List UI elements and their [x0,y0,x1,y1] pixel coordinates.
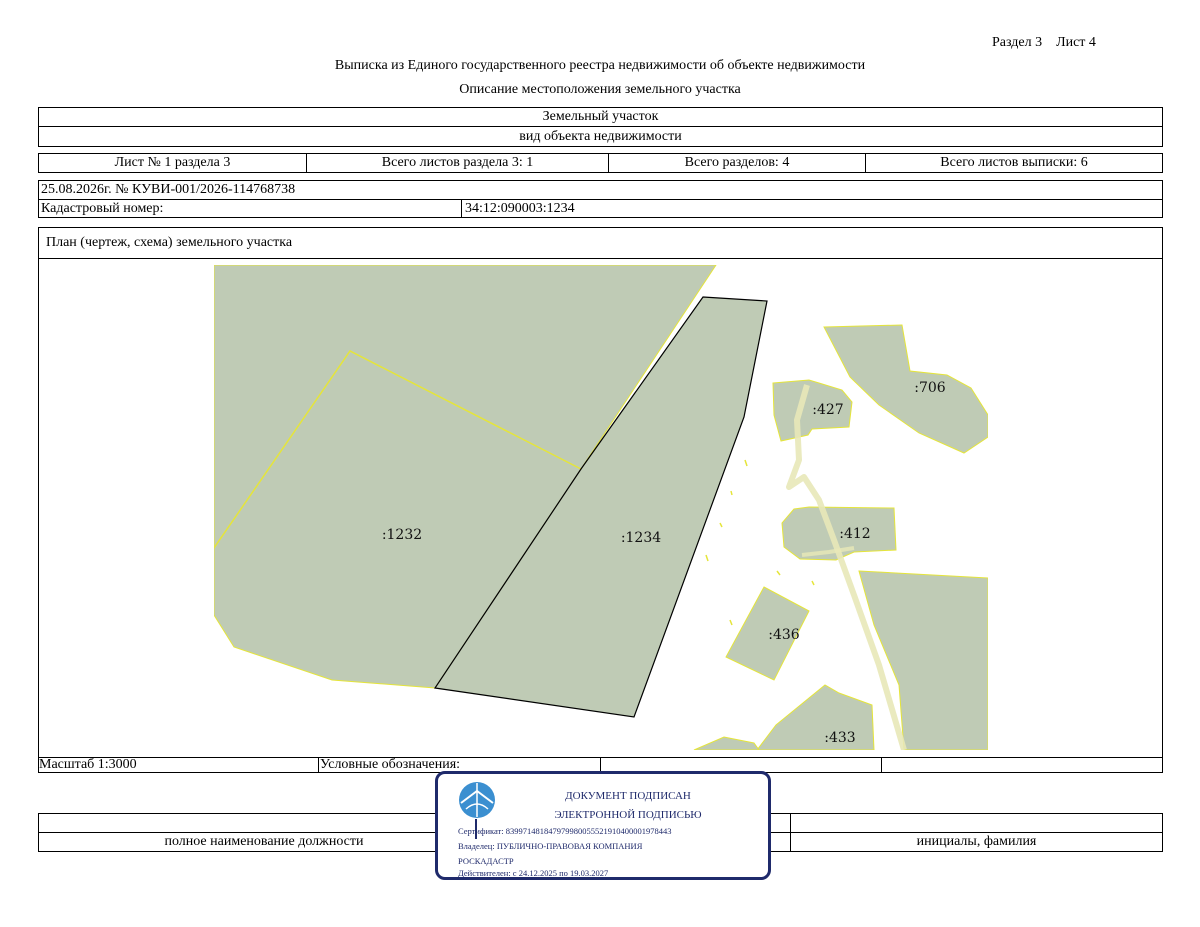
cadastral-number-value: 34:12:090003:1234 [465,200,575,216]
total-section-sheets: Всего листов раздела 3: 1 [381,155,534,170]
cadastral-map: :1232 :1234 :427 :706 :412 :436 :433 [214,265,988,750]
plan-title: План (чертеж, схема) земельного участка [46,235,293,250]
parcel-label-706: :706 [914,380,946,396]
position-caption: полное наименование должности [164,834,364,849]
stamp-certificate: Сертификат: 8399714818479799800555219104… [458,826,672,836]
cadastral-number-label: Кадастровый номер: [41,200,164,216]
total-extract-sheets: Всего листов выписки: 6 [940,155,1088,170]
object-type-table: Земельный участок вид объекта недвижимос… [38,107,1163,147]
parcel-label-436: :436 [768,627,800,643]
name-caption: инициалы, фамилия [916,834,1037,849]
stamp-owner-line-1: Владелец: ПУБЛИЧНО-ПРАВОВАЯ КОМПАНИЯ [458,841,643,851]
record-date-number: 25.08.2026г. № КУВИ-001/2026-114768738 [41,182,296,197]
e-signature-stamp: ДОКУМЕНТ ПОДПИСАН ЭЛЕКТРОННОЙ ПОДПИСЬЮ С… [435,771,771,880]
total-sections: Всего разделов: 4 [684,155,790,170]
object-type-caption: вид объекта недвижимости [519,128,682,144]
object-type-value: Земельный участок [542,109,659,124]
parcel-label-412: :412 [839,526,870,542]
sheets-row: Лист № 1 раздела 3 Всего листов раздела … [38,153,1163,173]
map-scale: Масштаб 1:3000 [39,757,137,772]
legend-label: Условные обозначения: [320,757,461,772]
stamp-line-2: ЭЛЕКТРОННОЙ ПОДПИСЬЮ [554,809,702,821]
record-table: 25.08.2026г. № КУВИ-001/2026-114768738 К… [38,180,1163,218]
parcel-label-433: :433 [824,730,855,746]
parcel-433 [756,684,875,750]
sheet-number: Лист № 1 раздела 3 [114,155,231,170]
parcel-label-1232: :1232 [382,527,422,543]
document-subtitle: Описание местоположения земельного участ… [459,82,741,97]
document-title: Выписка из Единого государственного реес… [334,58,866,73]
stamp-owner-line-2: РОСКАДАСТР [458,856,514,866]
parcel-706 [823,324,988,454]
stamp-line-1: ДОКУМЕНТ ПОДПИСАН [565,790,691,802]
rosreestr-logo-icon [459,782,495,818]
stamp-valid: Действителен: с 24.12.2025 по 19.03.2027 [458,868,609,878]
parcel-label-427: :427 [812,402,843,418]
parcel-label-1234: :1234 [621,530,661,546]
section-sheet-label: Раздел 3 Лист 4 [992,35,1096,50]
parcel-433-neighbor [693,736,760,750]
